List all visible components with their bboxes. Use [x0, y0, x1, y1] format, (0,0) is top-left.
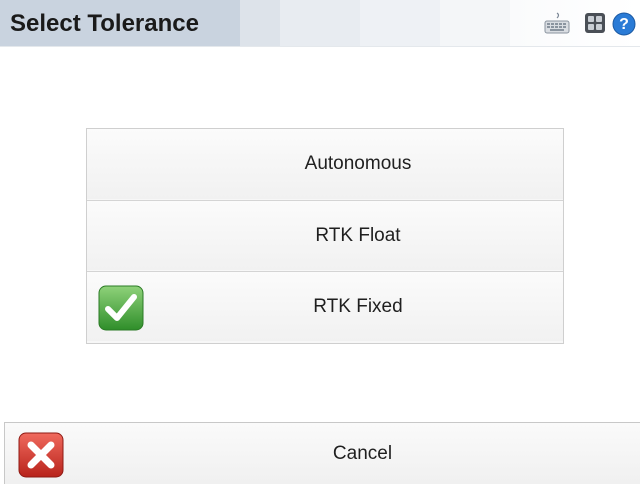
option-autonomous[interactable]: Autonomous — [87, 129, 563, 199]
option-rtk-fixed[interactable]: RTK Fixed — [87, 271, 563, 341]
keyboard-icon[interactable] — [544, 12, 570, 34]
grid-icon[interactable] — [584, 12, 606, 34]
cancel-label: Cancel — [332, 442, 393, 464]
option-label: RTK Float — [315, 224, 401, 246]
option-label: Autonomous — [304, 153, 412, 174]
tolerance-options: Autonomous RTK Float RTK Fixed — [86, 128, 564, 344]
help-icon[interactable]: ? — [612, 12, 636, 36]
page-title: Select Tolerance — [10, 10, 199, 37]
cancel-button[interactable]: Cancel — [4, 422, 640, 484]
svg-text:?: ? — [619, 16, 629, 33]
title-bar: Select Tolerance ? — [0, 0, 640, 47]
option-label: RTK Fixed — [313, 295, 403, 317]
option-rtk-float[interactable]: RTK Float — [87, 200, 563, 270]
